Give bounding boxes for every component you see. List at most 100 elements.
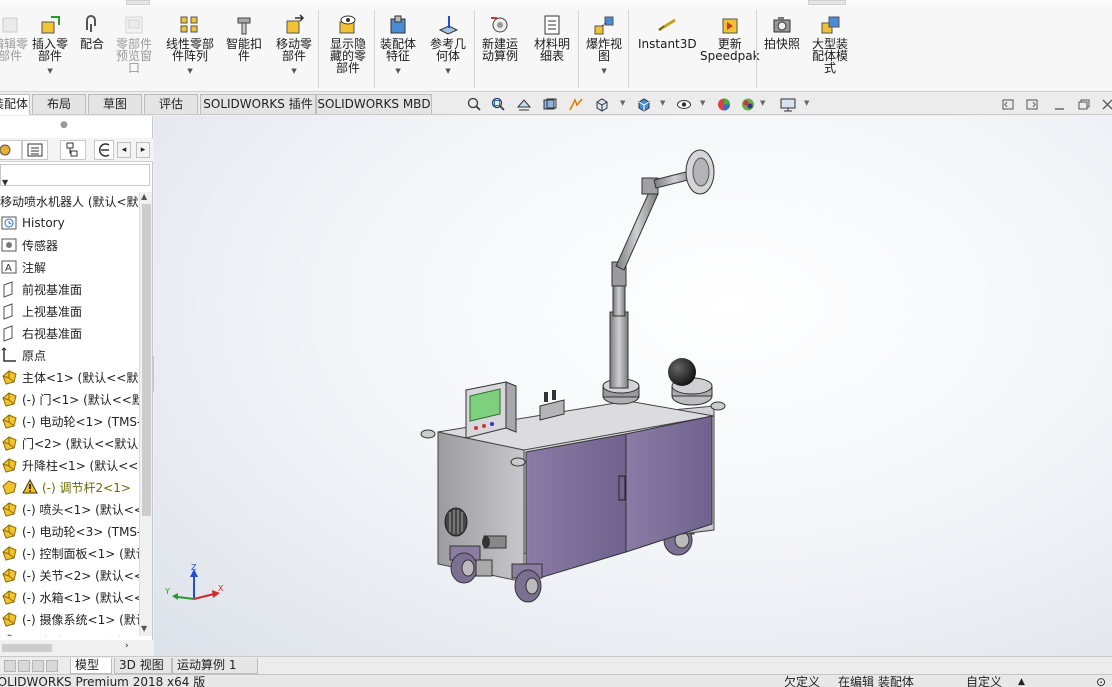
- tree-item[interactable]: (-) 控制面板<1> (默认<<默认>_显示状态 1>): [0, 542, 139, 564]
- tab-2[interactable]: 草图: [88, 94, 142, 114]
- assembly-model[interactable]: [154, 116, 1112, 656]
- tree-item[interactable]: History: [0, 212, 139, 234]
- tab-5[interactable]: SOLIDWORKS MBD: [316, 94, 432, 114]
- reference-geometry-button[interactable]: 参考几 何体 ▼: [430, 14, 466, 77]
- feature-manager-tab[interactable]: [0, 140, 22, 160]
- linear-pattern-button[interactable]: 线性零部 件阵列 ▼: [166, 14, 214, 77]
- tab-0[interactable]: 装配体: [0, 94, 30, 115]
- dropdown-caret-icon[interactable]: ▼: [395, 65, 400, 77]
- last-tab-button[interactable]: [46, 660, 58, 672]
- previous-view-icon[interactable]: [516, 97, 532, 112]
- tree-item[interactable]: 上视基准面: [0, 300, 139, 322]
- tree-item[interactable]: (-) 摄像系统<1> (默认<<默认>_显示状态 1>): [0, 608, 139, 630]
- section-view-icon[interactable]: [542, 97, 558, 112]
- view-settings-icon[interactable]: [780, 97, 796, 112]
- move-component-button[interactable]: 移动零 部件 ▼: [276, 14, 312, 77]
- first-tab-button[interactable]: [4, 660, 16, 672]
- tree-item[interactable]: (-) 门<1> (默认<<默认>_显示状态 1>): [0, 388, 139, 410]
- scroll-thumb[interactable]: [142, 204, 151, 516]
- lift-column[interactable]: [602, 285, 640, 405]
- adjustment-arm[interactable]: [611, 169, 697, 287]
- tree-item[interactable]: 传感器: [0, 234, 139, 256]
- smart-fastener-button[interactable]: 智能扣 件: [226, 14, 262, 62]
- dimxpert-tab[interactable]: [94, 140, 114, 160]
- hscroll-right-icon[interactable]: ›: [125, 641, 129, 651]
- tree-item[interactable]: (-) 水箱<1> (默认<<默认>_显示状态 1>): [0, 586, 139, 608]
- prev-tab-button[interactable]: [18, 660, 30, 672]
- configuration-manager-tab[interactable]: [60, 140, 86, 160]
- tree-item[interactable]: (-) 喷头<1> (默认<<默认>_显示状态 1>): [0, 498, 139, 520]
- next-tab-button[interactable]: [32, 660, 44, 672]
- dynamic-annotation-icon[interactable]: [568, 97, 584, 112]
- bottom-tab-0[interactable]: 模型: [70, 658, 112, 674]
- insert-component-button[interactable]: 插入零 部件 ▼: [32, 14, 68, 77]
- front-wheel-right[interactable]: [511, 563, 543, 603]
- tree-item[interactable]: 主体<1> (默认<<默认>_显示状态 1>): [0, 366, 139, 388]
- apply-scene-icon[interactable]: [740, 97, 756, 112]
- tree-item[interactable]: (-) 调节杆2<1>: [0, 476, 139, 498]
- tree-vertical-scrollbar[interactable]: ▲ ▼: [139, 192, 152, 636]
- tree-item[interactable]: (-) 电池<1> (默认<<默认>_显示状态 1>): [0, 630, 139, 636]
- scroll-down-icon[interactable]: ▼: [141, 624, 147, 633]
- property-manager-tab[interactable]: [22, 140, 48, 160]
- minimize-icon[interactable]: [1052, 97, 1068, 112]
- tree-item[interactable]: (-) 电动轮<3> (TMS-001): [0, 520, 139, 542]
- zoom-to-area-icon[interactable]: [490, 97, 506, 112]
- tree-item[interactable]: 前视基准面: [0, 278, 139, 300]
- tree-item[interactable]: (-) 电动轮<1> (TMS-001): [0, 410, 139, 432]
- new-motion-study-button[interactable]: 新建运 动算例: [482, 14, 518, 62]
- tree-filter-input[interactable]: [0, 164, 150, 186]
- status-help-icon[interactable]: ⊙: [1096, 676, 1106, 687]
- filter-dropdown-icon[interactable]: ▼: [2, 178, 8, 187]
- tree-root-assembly[interactable]: 移动喷水机器人 (默认<默认_显示状态-1>): [0, 192, 139, 212]
- large-assembly-button[interactable]: 大型装 配体模 式: [812, 14, 848, 74]
- zoom-to-fit-icon[interactable]: [466, 97, 482, 112]
- display-style-caret-icon[interactable]: ▼: [660, 99, 665, 107]
- show-hidden-button[interactable]: 显示隐 藏的零 部件: [330, 14, 366, 74]
- tree-item[interactable]: 原点: [0, 344, 139, 366]
- display-style-icon[interactable]: [636, 97, 652, 112]
- viewport-tile-icon[interactable]: [1024, 97, 1040, 112]
- viewport-restore-icon[interactable]: [1000, 97, 1016, 112]
- view-orientation-icon[interactable]: [594, 97, 610, 112]
- tree-horizontal-scrollbar[interactable]: ›: [0, 640, 153, 656]
- edit-appearance-icon[interactable]: [716, 97, 732, 112]
- tree-item[interactable]: A 注解: [0, 256, 139, 278]
- status-units-button[interactable]: 自定义: [966, 676, 1002, 687]
- apply-scene-caret-icon[interactable]: ▼: [760, 99, 765, 107]
- scroll-up-icon[interactable]: ▲: [141, 192, 147, 201]
- view-settings-caret-icon[interactable]: ▼: [804, 99, 809, 107]
- panel-grip-icon[interactable]: ●: [60, 120, 68, 130]
- status-units-caret-icon[interactable]: ▲: [1018, 676, 1025, 687]
- dropdown-caret-icon[interactable]: ▼: [187, 65, 192, 77]
- snapshot-button[interactable]: 拍快照: [764, 14, 800, 50]
- tab-1[interactable]: 布局: [32, 94, 86, 114]
- dropdown-caret-icon[interactable]: ▼: [445, 65, 450, 77]
- dropdown-caret-icon[interactable]: ▼: [47, 65, 52, 77]
- update-speedpak-button[interactable]: 更新 Speedpak: [700, 14, 760, 62]
- hide-show-caret-icon[interactable]: ▼: [700, 99, 705, 107]
- close-icon[interactable]: [1100, 97, 1112, 112]
- spray-head[interactable]: [685, 149, 715, 195]
- dropdown-caret-icon[interactable]: ▼: [291, 65, 296, 77]
- graphics-area[interactable]: Z Y X: [154, 116, 1112, 656]
- bill-of-materials-button[interactable]: 材料明 细表: [534, 14, 570, 62]
- tab-3[interactable]: 评估: [144, 94, 198, 114]
- water-outlet[interactable]: [482, 535, 507, 549]
- dropdown-caret-icon[interactable]: ▼: [601, 65, 606, 77]
- tab-4[interactable]: SOLIDWORKS 插件: [200, 94, 316, 114]
- component-preview-button[interactable]: 零部件 预览窗 口: [116, 14, 152, 74]
- maximize-icon[interactable]: [1076, 97, 1092, 112]
- tree-item[interactable]: 升降柱<1> (默认<<默认>_显示状态 1>): [0, 454, 139, 476]
- tree-item[interactable]: (-) 关节<2> (默认<<默认>_显示状态 1>): [0, 564, 139, 586]
- water-tank-cap[interactable]: [668, 358, 713, 406]
- panel-tab-next-button[interactable]: ▸: [136, 142, 150, 158]
- mate-button[interactable]: 配合: [80, 14, 104, 50]
- hscroll-thumb[interactable]: [2, 644, 52, 652]
- edit-component-button[interactable]: 编辑零 部件: [0, 14, 28, 62]
- tree-item[interactable]: 右视基准面: [0, 322, 139, 344]
- assembly-feature-button[interactable]: 装配体 特征 ▼: [380, 14, 416, 77]
- exploded-view-button[interactable]: 爆炸视 图 ▼: [586, 14, 622, 77]
- bottom-tab-1[interactable]: 3D 视图: [114, 658, 172, 674]
- bottom-tab-2[interactable]: 运动算例 1: [172, 658, 258, 674]
